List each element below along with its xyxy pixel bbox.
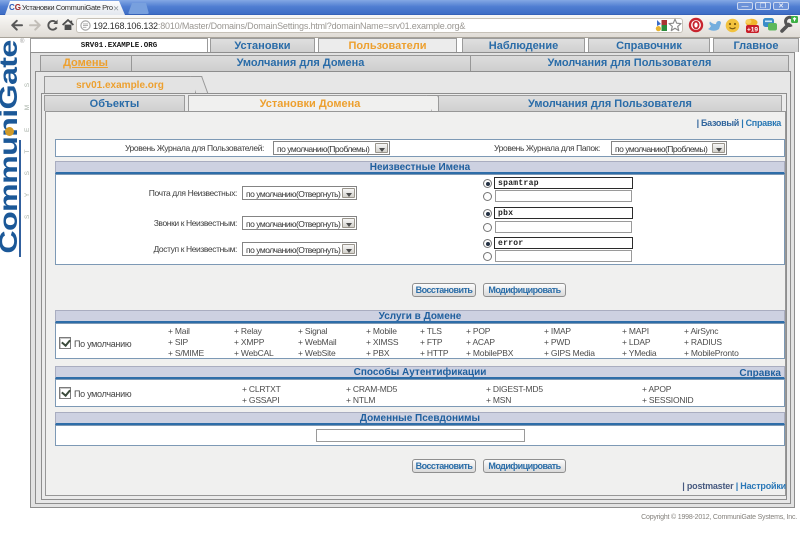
svg-text:+19: +19 [747, 27, 758, 34]
